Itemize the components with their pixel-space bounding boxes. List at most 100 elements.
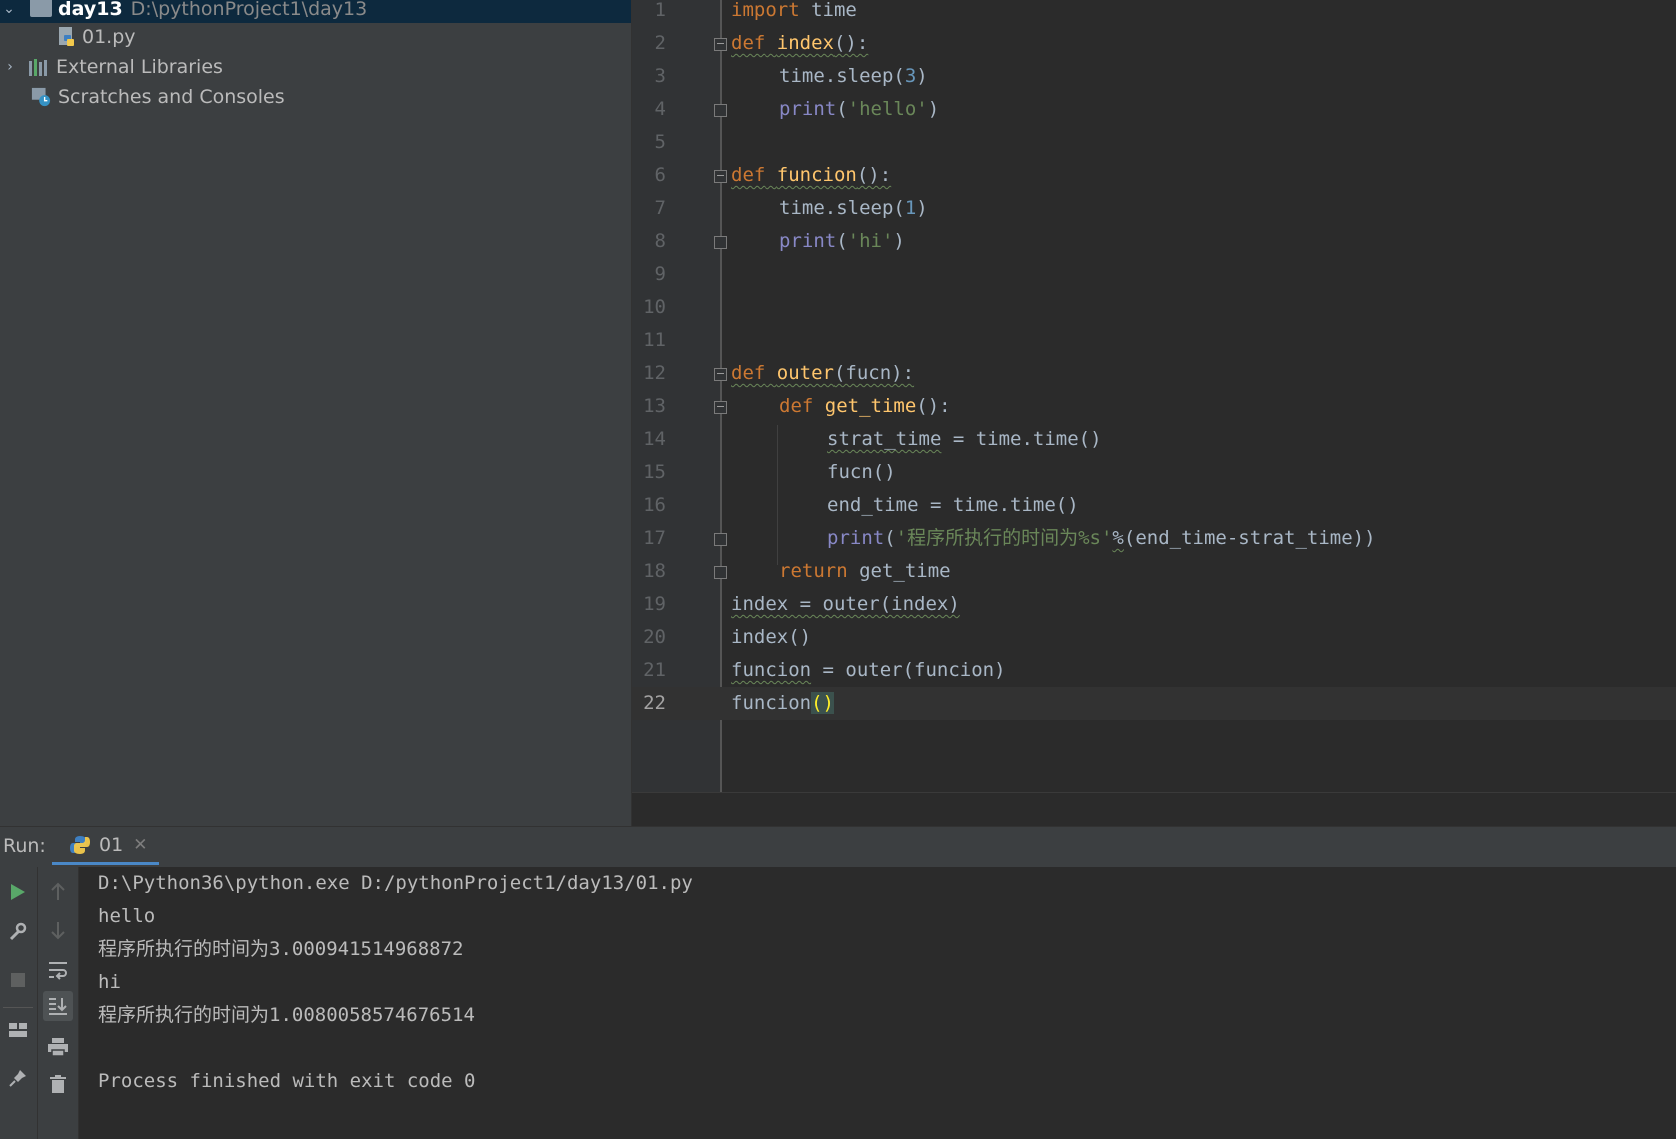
- code-line[interactable]: 4 print('hello'): [632, 93, 1676, 126]
- code-token: index(): [731, 626, 812, 648]
- console-line: Process finished with exit code 0: [98, 1070, 476, 1092]
- line-number: 16: [643, 494, 666, 516]
- code-token: strat_time: [827, 428, 942, 450]
- code-token: ): [916, 197, 928, 219]
- line-number: 21: [643, 659, 666, 681]
- line-number: 4: [654, 98, 666, 120]
- code-token: '程序所执行的时间为%s': [895, 527, 1113, 549]
- code-token: time.sleep(: [779, 65, 905, 87]
- next-occurrence-button[interactable]: [43, 915, 73, 945]
- code-line[interactable]: 11: [632, 324, 1676, 357]
- print-icon: [48, 1038, 68, 1057]
- code-line[interactable]: 21 funcion = outer(funcion): [632, 654, 1676, 687]
- line-number: 22: [643, 692, 666, 714]
- fold-marker-icon[interactable]: [714, 401, 727, 414]
- code-line[interactable]: 17 print('程序所执行的时间为%s'%(end_time-strat_t…: [632, 522, 1676, 555]
- tree-item-01py[interactable]: 01.py: [0, 23, 631, 51]
- code-line[interactable]: 2 def index():: [632, 27, 1676, 60]
- run-label: Run:: [3, 835, 46, 857]
- code-line[interactable]: 12 def outer(fucn):: [632, 357, 1676, 390]
- print-button[interactable]: [43, 1032, 73, 1062]
- code-token: funcion: [731, 659, 812, 681]
- code-line[interactable]: 3 time.sleep(3): [632, 60, 1676, 93]
- code-line[interactable]: 5: [632, 126, 1676, 159]
- code-token: ): [916, 65, 928, 87]
- code-token: (end_time-strat_time)): [1123, 527, 1376, 549]
- python-icon: [70, 835, 90, 854]
- code-token: print: [779, 230, 837, 252]
- run-tab[interactable]: 01 ✕: [52, 827, 159, 865]
- clear-all-button[interactable]: [43, 1069, 73, 1099]
- soft-wrap-button[interactable]: [43, 955, 73, 985]
- tree-item-external-libraries[interactable]: › External Libraries: [0, 53, 631, 81]
- code-line[interactable]: 9: [632, 258, 1676, 291]
- code-token: index = outer(index): [731, 593, 960, 615]
- line-number: 3: [654, 65, 666, 87]
- fold-end-icon[interactable]: [714, 566, 727, 579]
- fold-marker-icon[interactable]: [714, 170, 727, 183]
- code-line[interactable]: 13 def get_time():: [632, 390, 1676, 423]
- chevron-right-icon[interactable]: ›: [0, 59, 20, 75]
- code-line[interactable]: 15 fucn(): [632, 456, 1676, 489]
- line-number: 20: [643, 626, 666, 648]
- code-line-current[interactable]: 22 funcion(): [632, 687, 1676, 720]
- code-token: (: [836, 230, 848, 252]
- pin-tab-button[interactable]: [3, 1063, 33, 1093]
- line-number: 13: [643, 395, 666, 417]
- code-line[interactable]: 10: [632, 291, 1676, 324]
- code-token: = time.time(): [941, 428, 1102, 450]
- chevron-down-icon[interactable]: ⌄: [0, 1, 18, 17]
- code-token: print: [827, 527, 885, 549]
- code-editor[interactable]: 1 import time 2 def index(): 3 time.slee…: [632, 0, 1676, 792]
- fold-end-icon[interactable]: [714, 533, 727, 546]
- close-icon[interactable]: ✕: [133, 835, 147, 855]
- edit-config-button[interactable]: [3, 917, 33, 947]
- previous-occurrence-button[interactable]: [43, 877, 73, 907]
- code-line[interactable]: 14 strat_time = time.time(): [632, 423, 1676, 456]
- code-token: def: [731, 362, 766, 384]
- down-arrow-icon: [51, 922, 65, 940]
- fold-marker-icon[interactable]: [714, 38, 727, 51]
- restore-layout-button[interactable]: [3, 1015, 33, 1045]
- code-token: (: [884, 527, 896, 549]
- code-line[interactable]: 20 index(): [632, 621, 1676, 654]
- code-token: print: [779, 98, 837, 120]
- fold-end-icon[interactable]: [714, 104, 727, 117]
- console-line: 程序所执行的时间为1.0080058574676514: [98, 1004, 475, 1026]
- code-line[interactable]: 19 index = outer(index): [632, 588, 1676, 621]
- code-token: 'hi': [847, 230, 894, 252]
- fold-marker-icon[interactable]: [714, 368, 727, 381]
- code-token: (: [836, 98, 848, 120]
- line-number: 11: [643, 329, 666, 351]
- stop-icon: [11, 973, 25, 987]
- code-token: 'hello': [847, 98, 928, 120]
- line-number: 17: [643, 527, 666, 549]
- code-token: time.sleep(: [779, 197, 905, 219]
- code-token: def: [731, 32, 766, 54]
- stop-button[interactable]: [3, 965, 33, 995]
- code-line[interactable]: 18 return get_time: [632, 555, 1676, 588]
- code-line[interactable]: 16 end_time = time.time(): [632, 489, 1676, 522]
- line-number: 8: [654, 230, 666, 252]
- trash-icon: [50, 1075, 66, 1093]
- rerun-button[interactable]: [3, 877, 33, 907]
- code-token: fucn(): [827, 461, 896, 483]
- fold-end-icon[interactable]: [714, 236, 727, 249]
- tree-item-day13[interactable]: ⌄ day13 D:\pythonProject1\day13: [0, 0, 631, 23]
- project-tool-window: ⌄ day13 D:\pythonProject1\day13 01.py › …: [0, 0, 632, 826]
- code-line[interactable]: 7 time.sleep(1): [632, 192, 1676, 225]
- code-token: return: [779, 560, 848, 582]
- code-line[interactable]: 8 print('hi'): [632, 225, 1676, 258]
- code-line[interactable]: 6 def funcion():: [632, 159, 1676, 192]
- line-number: 19: [643, 593, 666, 615]
- run-icon: [11, 884, 25, 900]
- code-token: get_time: [824, 395, 917, 417]
- scroll-to-end-button[interactable]: [43, 991, 73, 1021]
- line-number: 15: [643, 461, 666, 483]
- code-token: outer: [776, 362, 834, 384]
- tree-item-scratches[interactable]: Scratches and Consoles: [0, 83, 631, 111]
- run-console-output[interactable]: D:\Python36\python.exe D:/pythonProject1…: [79, 867, 1676, 1139]
- scroll-to-end-icon: [49, 998, 67, 1015]
- code-line[interactable]: 1 import time: [632, 0, 1676, 27]
- run-tab-label: 01: [99, 833, 124, 856]
